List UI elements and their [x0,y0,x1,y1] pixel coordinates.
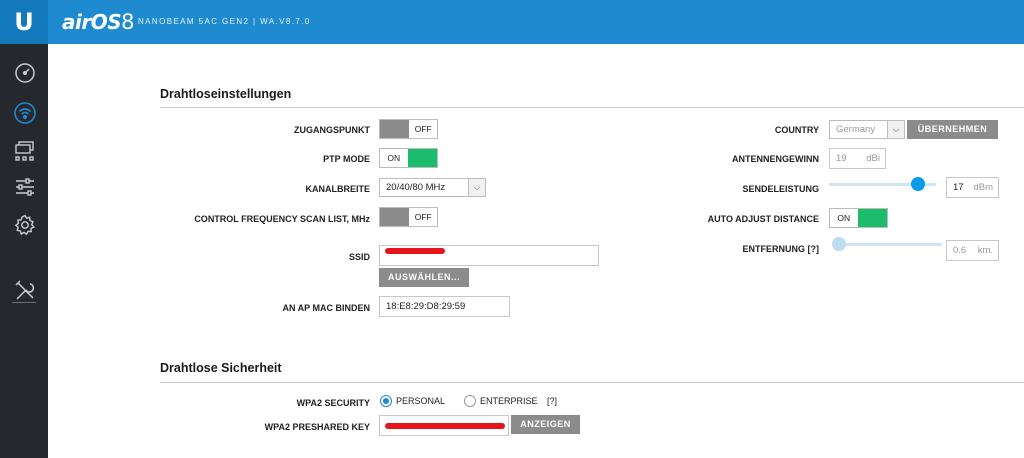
country-value: Germany [836,124,876,135]
country-select[interactable]: Germany ⌵ [829,120,905,139]
product-name: airOS [62,10,122,34]
ssid-label: SSID [348,252,370,262]
chevron-down-icon: ⌵ [887,121,904,138]
radio-personal-label: PERSONAL [396,396,446,406]
antenna-gain-value: 19 [836,153,847,164]
preshared-key-redaction-mark [385,423,505,429]
wifi-icon[interactable] [12,100,38,126]
channel-width-label: KANALBREITE [305,184,371,194]
device-info: NANOBEAM 5AC GEN2 | WA.V8.7.0 [138,17,311,26]
tx-power-slider[interactable] [829,177,936,191]
toggle-knob [380,120,410,138]
channel-width-value: 20/40/80 MHz [386,182,446,193]
speedometer-icon[interactable] [12,60,38,86]
distance-input[interactable]: 0.6 km. [946,240,999,261]
access-point-label: ZUGANGSPUNKT [294,125,370,135]
tx-power-slider-handle[interactable] [910,177,925,191]
tx-power-value: 17 [953,182,964,193]
help-link[interactable]: [?] [547,396,557,406]
radio-enterprise[interactable] [464,395,476,407]
ap-mac-label: AN AP MAC BINDEN [282,303,370,313]
show-key-button[interactable]: ANZEIGEN [511,415,580,434]
scan-list-label: CONTROL FREQUENCY SCAN LIST, MHz [194,214,370,224]
tx-power-unit: dBm [973,182,993,193]
section-title-wireless: Drahtloseinstellungen [160,87,292,101]
antenna-gain-unit: dBi [866,153,880,164]
radio-enterprise-label: ENTERPRISE [480,396,538,406]
slider-fill [829,183,918,186]
antenna-gain-label: ANTENNENGEWINN [732,154,819,164]
tx-power-label: SENDELEISTUNG [742,184,819,194]
toggle-state: OFF [414,212,432,222]
toggle-knob [380,208,410,226]
toggle-knob [407,149,437,167]
gear-icon[interactable] [12,212,38,238]
wpa2-security-label: WPA2 SECURITY [296,398,370,408]
section-title-security: Drahtlose Sicherheit [160,361,282,375]
toggle-state: OFF [414,124,432,134]
airos-logo: airOS8 [62,9,134,35]
auto-distance-toggle[interactable]: ON [829,208,888,228]
preshared-key-label: WPA2 PRESHARED KEY [264,422,370,432]
ssid-select-button[interactable]: AUSWÄHLEN... [379,268,469,287]
product-version: 8 [121,10,134,34]
tx-power-input[interactable]: 17 dBm [946,177,999,198]
distance-slider-handle[interactable] [832,237,846,251]
ubiquiti-u-mark: U [14,8,34,36]
radio-personal[interactable] [380,395,392,407]
top-bar: U airOS8 NANOBEAM 5AC GEN2 | WA.V8.7.0 [0,0,1024,44]
toggle-knob [857,209,887,227]
auto-distance-label: AUTO ADJUST DISTANCE [707,214,819,224]
network-icon[interactable] [12,138,38,164]
toggle-state: ON [837,213,851,223]
main-content: Drahtloseinstellungen ZUGANGSPUNKT OFF P… [48,44,1024,458]
channel-width-select[interactable]: 20/40/80 MHz ⌵ [379,178,486,197]
ptp-mode-label: PTP MODE [323,154,370,164]
ptp-mode-toggle[interactable]: ON [379,148,438,168]
section-divider [160,382,1024,383]
distance-value: 0.6 [953,245,967,256]
antenna-gain-input[interactable]: 19 dBi [829,148,886,169]
chevron-down-icon: ⌵ [468,179,485,196]
ap-mac-value: 18:E8:29:D8:29:59 [386,301,466,312]
distance-label: ENTFERNUNG [?] [742,244,820,254]
apply-country-button[interactable]: ÜBERNEHMEN [907,120,998,139]
scan-list-toggle[interactable]: OFF [379,207,438,227]
country-label: COUNTRY [774,125,819,135]
ap-mac-input[interactable]: 18:E8:29:D8:29:59 [379,296,510,317]
access-point-toggle[interactable]: OFF [379,119,438,139]
toggle-state: ON [387,153,401,163]
tools-icon[interactable] [12,278,38,304]
section-divider [160,107,1024,108]
sliders-icon[interactable] [12,174,38,200]
distance-unit: km. [977,245,993,256]
sidebar [0,44,48,458]
ubiquiti-logo[interactable]: U [0,0,48,44]
distance-slider[interactable] [832,237,942,251]
ssid-redaction-mark [385,248,445,254]
